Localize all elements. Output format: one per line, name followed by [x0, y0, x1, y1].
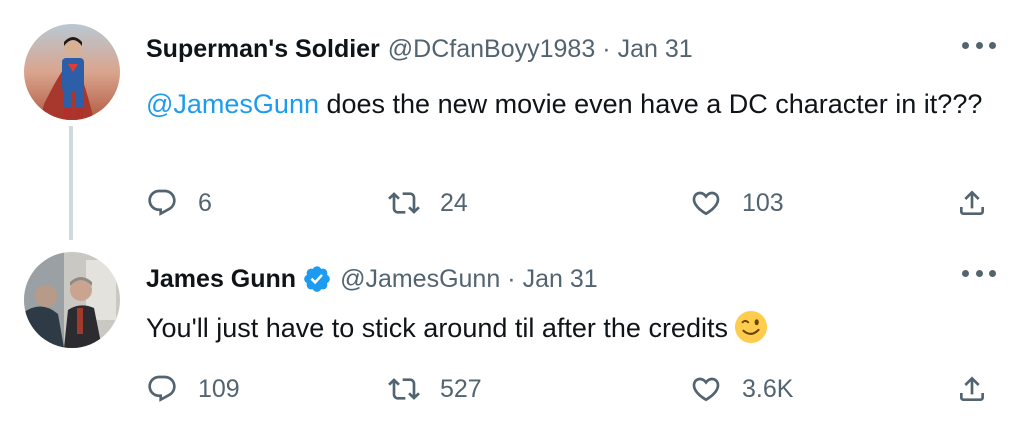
tweet-actions: 109 527 3.6K — [0, 369, 1022, 409]
tweet-text-content: You'll just have to stick around til aft… — [146, 313, 728, 343]
header-separator: · — [507, 265, 516, 293]
retweet-count: 24 — [440, 188, 468, 217]
winking-face-emoji-icon — [734, 310, 768, 344]
tweet-james-gunn[interactable]: James Gunn @JamesGunn · Jan 31 You'll ju… — [0, 240, 1022, 430]
like-button[interactable]: 103 — [690, 183, 784, 223]
reply-button[interactable]: 109 — [146, 369, 240, 409]
reply-count: 109 — [198, 374, 240, 403]
user-handle[interactable]: @JamesGunn — [340, 264, 500, 294]
verified-badge-icon — [302, 264, 332, 294]
tweet-superman-soldier[interactable]: Superman's Soldier @DCfanBoyy1983 · Jan … — [0, 0, 1022, 240]
share-button[interactable] — [956, 369, 988, 409]
mention-link[interactable]: @JamesGunn — [146, 89, 319, 119]
like-count: 103 — [742, 188, 784, 217]
retweet-count: 527 — [440, 374, 482, 403]
tweet-text: You'll just have to stick around til aft… — [146, 310, 1006, 347]
tweet-header: Superman's Soldier @DCfanBoyy1983 · Jan … — [146, 34, 693, 64]
header-separator: · — [602, 35, 611, 63]
tweet-text-content: does the new movie even have a DC charac… — [318, 89, 983, 119]
share-icon — [960, 376, 984, 401]
tweet-text: @JamesGunn does the new movie even have … — [146, 86, 1006, 123]
heart-icon — [692, 191, 720, 216]
share-icon — [960, 190, 984, 215]
heart-icon — [692, 377, 720, 402]
reply-button[interactable]: 6 — [146, 183, 212, 223]
reply-count: 6 — [198, 188, 212, 217]
like-count: 3.6K — [742, 374, 794, 403]
display-name[interactable]: Superman's Soldier — [146, 34, 380, 64]
display-name[interactable]: James Gunn — [146, 264, 296, 294]
share-button[interactable] — [956, 183, 988, 223]
retweet-button[interactable]: 24 — [388, 183, 468, 223]
retweet-icon — [388, 378, 420, 400]
reply-icon — [148, 189, 176, 216]
avatar-image — [24, 24, 120, 120]
tweet-date[interactable]: Jan 31 — [618, 34, 693, 64]
tweet-date[interactable]: Jan 31 — [523, 264, 598, 294]
retweet-icon — [388, 192, 420, 214]
avatar-superman-soldier[interactable] — [24, 24, 120, 120]
avatar-image — [24, 252, 120, 348]
reply-icon — [148, 375, 176, 402]
retweet-button[interactable]: 527 — [388, 369, 482, 409]
user-handle[interactable]: @DCfanBoyy1983 — [388, 34, 595, 64]
tweet-actions: 6 24 103 — [0, 183, 1022, 223]
tweet-header: James Gunn @JamesGunn · Jan 31 — [146, 264, 598, 294]
more-options-icon[interactable] — [962, 266, 996, 280]
more-options-icon[interactable] — [962, 38, 996, 52]
avatar-james-gunn[interactable] — [24, 252, 120, 348]
like-button[interactable]: 3.6K — [690, 369, 793, 409]
